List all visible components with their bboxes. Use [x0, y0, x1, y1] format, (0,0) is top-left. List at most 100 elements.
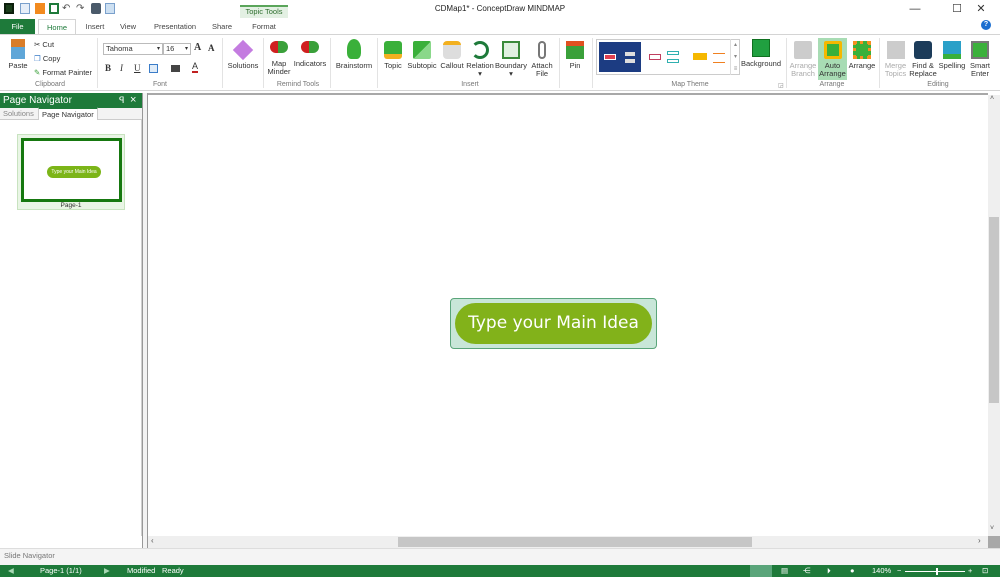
thumbnail-main-topic: Type your Main Idea — [47, 166, 101, 178]
horizontal-scroll-thumb[interactable] — [398, 537, 752, 547]
theme-thumbnail-1[interactable] — [599, 42, 641, 72]
scroll-right-icon[interactable]: › — [978, 536, 981, 545]
minimize-button[interactable]: — — [900, 1, 930, 17]
text-box-icon[interactable] — [171, 65, 180, 72]
paste-icon — [11, 39, 25, 59]
paste-button[interactable]: Paste — [6, 39, 30, 70]
attach-file-button[interactable]: Attach File — [529, 41, 555, 78]
zoom-slider-handle[interactable] — [936, 568, 938, 575]
background-icon — [752, 39, 770, 57]
text-align-icon[interactable] — [149, 64, 158, 73]
zoom-slider-track[interactable] — [905, 571, 965, 572]
tab-insert[interactable]: Insert — [80, 19, 110, 34]
subtopic-button[interactable]: Subtopic — [406, 41, 438, 70]
gallery-scroll[interactable]: ▴ ▾ ≡ — [730, 39, 740, 75]
arrange-button[interactable]: Arrange — [848, 41, 876, 70]
map-theme-gallery[interactable] — [596, 39, 740, 75]
divider — [97, 38, 98, 88]
slide-navigator[interactable]: Slide Navigator — [0, 548, 1000, 565]
format-painter-button[interactable]: ✎ Format Painter — [34, 68, 92, 77]
background-button[interactable]: Background — [741, 39, 781, 68]
spelling-button[interactable]: Spelling — [937, 41, 967, 70]
zoom-fit-icon[interactable]: ⊡ — [982, 566, 988, 575]
dialog-launcher-icon[interactable]: ◲ — [778, 82, 784, 89]
relation-icon — [471, 41, 489, 59]
map-canvas[interactable]: Type your Main Idea — [148, 93, 988, 536]
solutions-button[interactable]: Solutions — [226, 39, 260, 70]
smart-enter-button[interactable]: Smart Enter — [967, 41, 993, 78]
mindmap-view-icon[interactable] — [750, 565, 772, 577]
arrange-branch-button[interactable]: Arrange Branch — [789, 41, 817, 78]
indicators-button[interactable]: Indicators — [293, 41, 327, 68]
brainstorm-button[interactable]: Brainstorm — [334, 39, 374, 70]
smart-enter-icon — [971, 41, 989, 59]
cut-button[interactable]: ✂ Cut — [34, 40, 54, 49]
previous-page-icon[interactable]: ◀ — [8, 566, 14, 575]
merge-topics-button[interactable]: Merge Topics — [882, 41, 909, 78]
font-color-button[interactable]: A — [192, 62, 199, 73]
theme-node — [713, 50, 725, 54]
divider — [263, 38, 264, 88]
ready-status: Ready — [162, 566, 184, 575]
group-label-arrange: Arrange — [819, 81, 845, 88]
tab-file[interactable]: File — [0, 19, 35, 34]
panel-tab-page-navigator[interactable]: Page Navigator — [38, 107, 98, 120]
auto-arrange-icon — [823, 41, 842, 59]
relation-button[interactable]: Relation ▾ — [465, 41, 495, 78]
page-thumbnail[interactable]: Type your Main Idea Page-1 — [17, 134, 125, 210]
scroll-left-icon[interactable]: ‹ — [151, 536, 154, 545]
theme-node — [649, 54, 661, 60]
tab-format[interactable]: Format — [244, 19, 284, 34]
theme-node — [667, 51, 679, 55]
scroll-up-icon[interactable]: ˄ — [990, 95, 994, 102]
indicators-icon — [301, 41, 319, 53]
theme-thumbnail-3[interactable] — [691, 42, 731, 72]
bold-button[interactable]: B — [105, 63, 111, 73]
shrink-font-button[interactable]: A — [208, 43, 215, 53]
vertical-scrollbar[interactable]: ˄ ˅ — [988, 95, 1000, 536]
pin-panel-icon[interactable]: ꟼ — [119, 93, 124, 108]
scroll-down-icon[interactable]: ˅ — [990, 525, 994, 532]
tab-home[interactable]: Home — [38, 19, 76, 34]
next-page-icon[interactable]: ▶ — [104, 566, 110, 575]
vertical-scroll-thumb[interactable] — [989, 217, 999, 403]
theme-thumbnail-2[interactable] — [647, 42, 687, 72]
group-label-editing: Editing — [927, 81, 949, 88]
main-topic-selection[interactable]: Type your Main Idea — [450, 298, 657, 349]
find-replace-button[interactable]: Find & Replace — [909, 41, 937, 78]
close-panel-icon[interactable]: × — [130, 93, 136, 108]
map-minder-button[interactable]: Map Minder — [266, 41, 292, 76]
panel-tab-solutions[interactable]: Solutions — [3, 109, 34, 118]
tab-view[interactable]: View — [113, 19, 143, 34]
boundary-button[interactable]: Boundary ▾ — [494, 41, 528, 78]
tab-presentation[interactable]: Presentation — [148, 19, 202, 34]
font-family-select[interactable]: Tahoma ▾ — [103, 43, 163, 55]
font-size-select[interactable]: 16 ▾ — [163, 43, 191, 55]
callout-button[interactable]: Callout — [438, 41, 466, 70]
help-icon[interactable]: ? — [981, 20, 991, 30]
grow-font-button[interactable]: A — [194, 42, 201, 53]
copy-button[interactable]: ❐ Copy — [34, 54, 60, 63]
lightbulb-icon — [347, 39, 361, 59]
divider — [377, 38, 378, 88]
subtopic-icon — [413, 41, 431, 59]
pin-button[interactable]: Pin — [563, 41, 587, 70]
modified-status: Modified — [127, 566, 156, 575]
divider — [559, 38, 560, 88]
topic-button[interactable]: Topic — [381, 41, 405, 70]
outline-view-icon[interactable]: ▤ — [781, 566, 788, 575]
zoom-out-button[interactable]: − — [897, 566, 901, 575]
horizontal-scrollbar[interactable]: ‹ › — [148, 536, 988, 548]
spelling-icon — [943, 41, 961, 59]
underline-button[interactable]: U — [134, 63, 141, 73]
main-topic[interactable]: Type your Main Idea — [455, 303, 652, 344]
tree-view-icon[interactable]: ⋲ — [803, 566, 811, 575]
play-presentation-icon[interactable]: ⏵ — [827, 566, 831, 576]
auto-arrange-button[interactable]: Auto Arrange — [818, 38, 847, 80]
fit-icon[interactable]: ● — [850, 566, 855, 575]
chevron-down-icon: ▾ — [184, 46, 188, 52]
tab-share[interactable]: Share — [206, 19, 238, 34]
close-button[interactable]: ✕ — [966, 1, 996, 17]
italic-button[interactable]: I — [120, 63, 123, 73]
zoom-in-button[interactable]: + — [968, 566, 972, 575]
